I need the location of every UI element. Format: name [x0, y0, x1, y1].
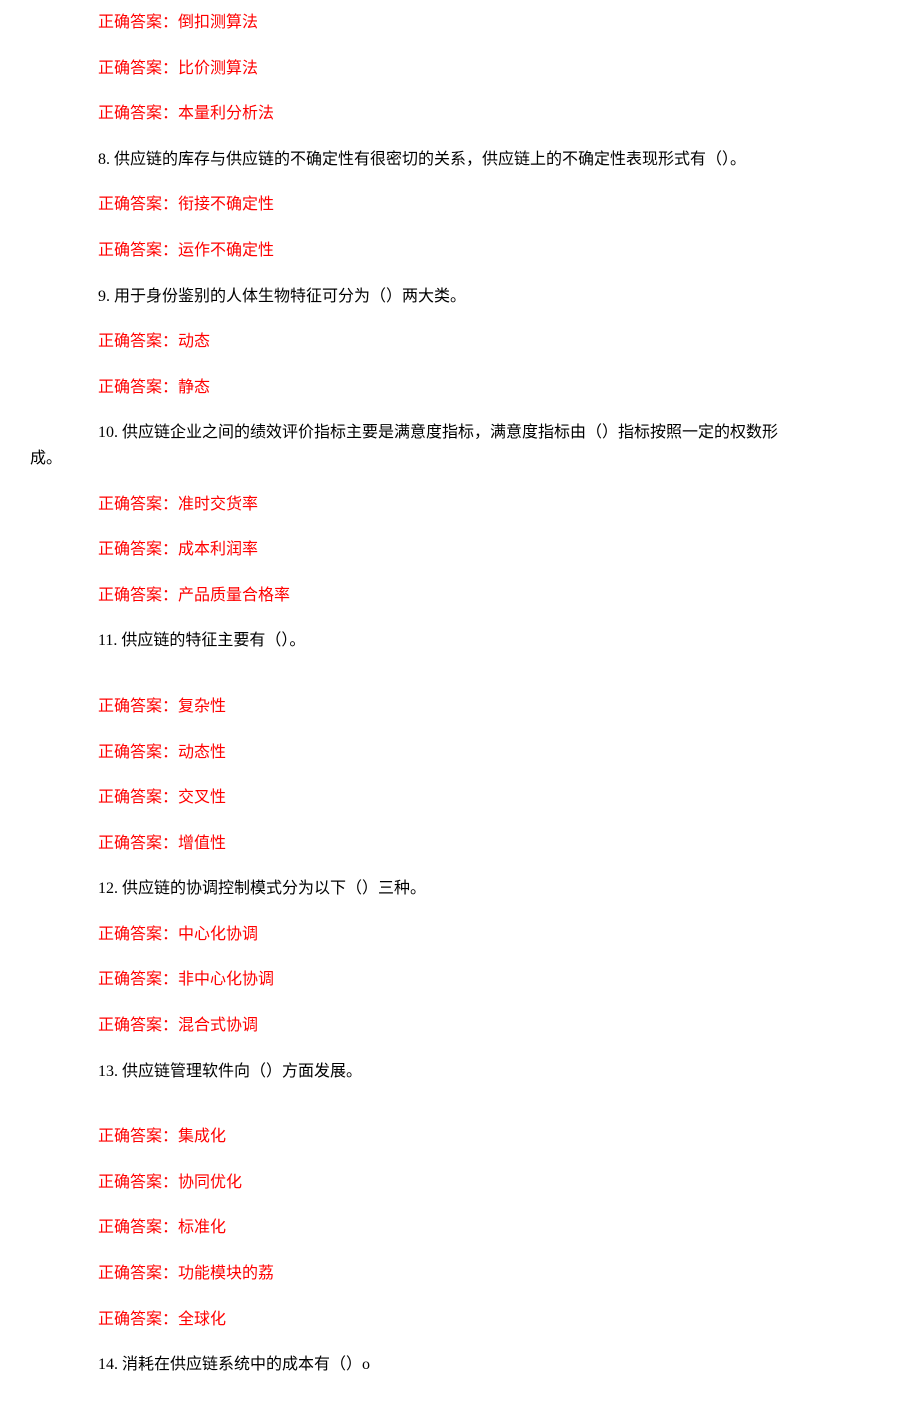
answer-text: 正确答案：非中心化协调 [98, 967, 890, 993]
answer-text: 正确答案：集成化 [98, 1124, 890, 1150]
answer-text: 正确答案：运作不确定性 [98, 238, 890, 264]
question-8: 8. 供应链的库存与供应链的不确定性有很密切的关系，供应链上的不确定性表现形式有… [98, 147, 890, 173]
answer-text: 正确答案：动态 [98, 329, 890, 355]
question-14: 14. 消耗在供应链系统中的成本有（）o [98, 1352, 890, 1378]
answer-text: 正确答案：准时交货率 [98, 492, 890, 518]
answer-text: 正确答案：产品质量合格率 [98, 583, 890, 609]
answer-text: 正确答案：衔接不确定性 [98, 192, 890, 218]
question-11: 11. 供应链的特征主要有（）。 [98, 628, 890, 654]
answer-text: 正确答案：功能模块的荔 [98, 1261, 890, 1287]
answer-text: 正确答案：复杂性 [98, 694, 890, 720]
answer-text: 正确答案：协同优化 [98, 1170, 890, 1196]
answer-text: 正确答案：交叉性 [98, 785, 890, 811]
answer-text: 正确答案：混合式协调 [98, 1013, 890, 1039]
answer-text: 正确答案：比价测算法 [98, 56, 890, 82]
question-9: 9. 用于身份鉴别的人体生物特征可分为（）两大类。 [98, 284, 890, 310]
answer-text: 正确答案：增值性 [98, 831, 890, 857]
answer-text: 正确答案：静态 [98, 375, 890, 401]
answer-text: 正确答案：标准化 [98, 1215, 890, 1241]
question-12: 12. 供应链的协调控制模式分为以下（）三种。 [98, 876, 890, 902]
question-13: 13. 供应链管理软件向（）方面发展。 [98, 1059, 890, 1085]
question-10-line1: 10. 供应链企业之间的绩效评价指标主要是满意度指标，满意度指标由（）指标按照一… [98, 420, 890, 446]
answer-text: 正确答案：成本利润率 [98, 537, 890, 563]
answer-text: 正确答案：动态性 [98, 740, 890, 766]
question-10-line2: 成。 [30, 446, 890, 472]
answer-text: 正确答案：本量利分析法 [98, 101, 890, 127]
answer-text: 正确答案：全球化 [98, 1307, 890, 1333]
answer-text: 正确答案：中心化协调 [98, 922, 890, 948]
answer-text: 正确答案：倒扣测算法 [98, 10, 890, 36]
question-10: 10. 供应链企业之间的绩效评价指标主要是满意度指标，满意度指标由（）指标按照一… [30, 420, 890, 471]
